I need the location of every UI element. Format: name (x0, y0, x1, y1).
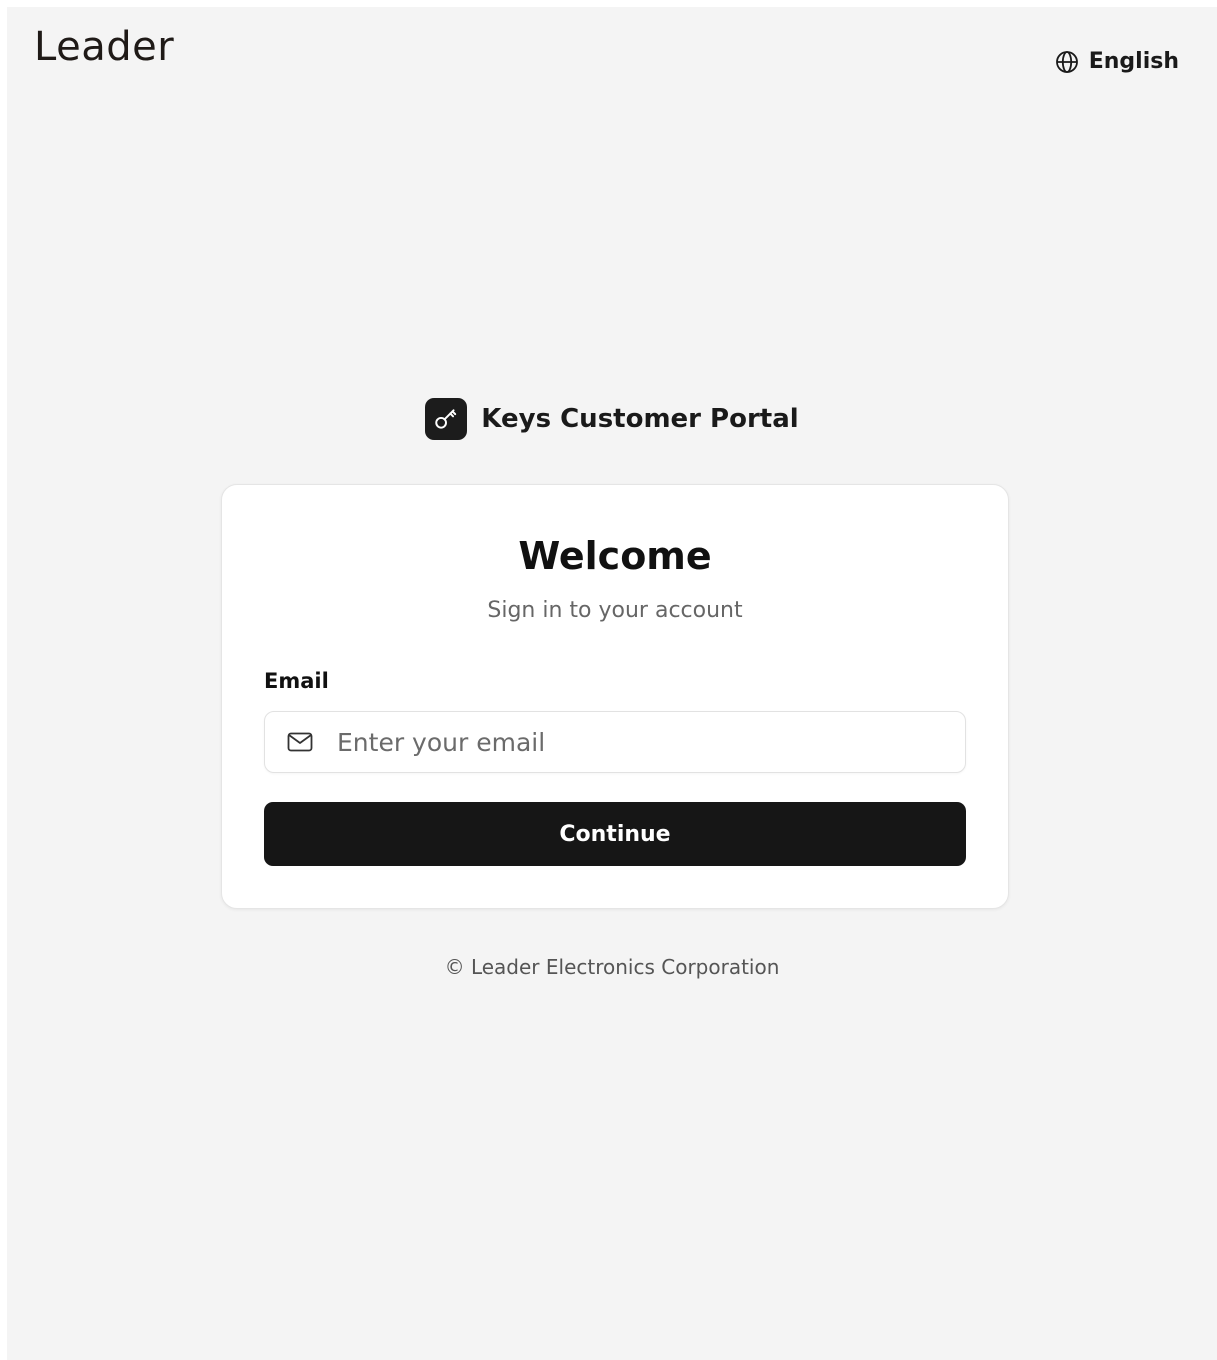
email-field-wrapper[interactable] (264, 711, 966, 773)
login-card: Welcome Sign in to your account Email Co… (221, 484, 1009, 909)
continue-button[interactable]: Continue (264, 802, 966, 866)
mail-icon (287, 732, 313, 756)
leader-logo[interactable]: Leader (34, 27, 174, 67)
globe-icon (1055, 50, 1079, 74)
welcome-heading: Welcome (518, 534, 712, 578)
portal-brand: Keys Customer Portal (7, 398, 1217, 440)
copyright-footer: © Leader Electronics Corporation (444, 955, 780, 979)
key-icon (425, 398, 468, 440)
portal-title: Keys Customer Portal (481, 404, 799, 434)
language-selector[interactable]: English (1055, 49, 1179, 74)
signin-subtitle: Sign in to your account (487, 598, 743, 623)
email-input[interactable] (337, 712, 947, 772)
page-background: Leader English Keys Customer Portal Welc… (7, 7, 1217, 1360)
email-label: Email (264, 669, 329, 693)
language-label: English (1088, 49, 1179, 74)
